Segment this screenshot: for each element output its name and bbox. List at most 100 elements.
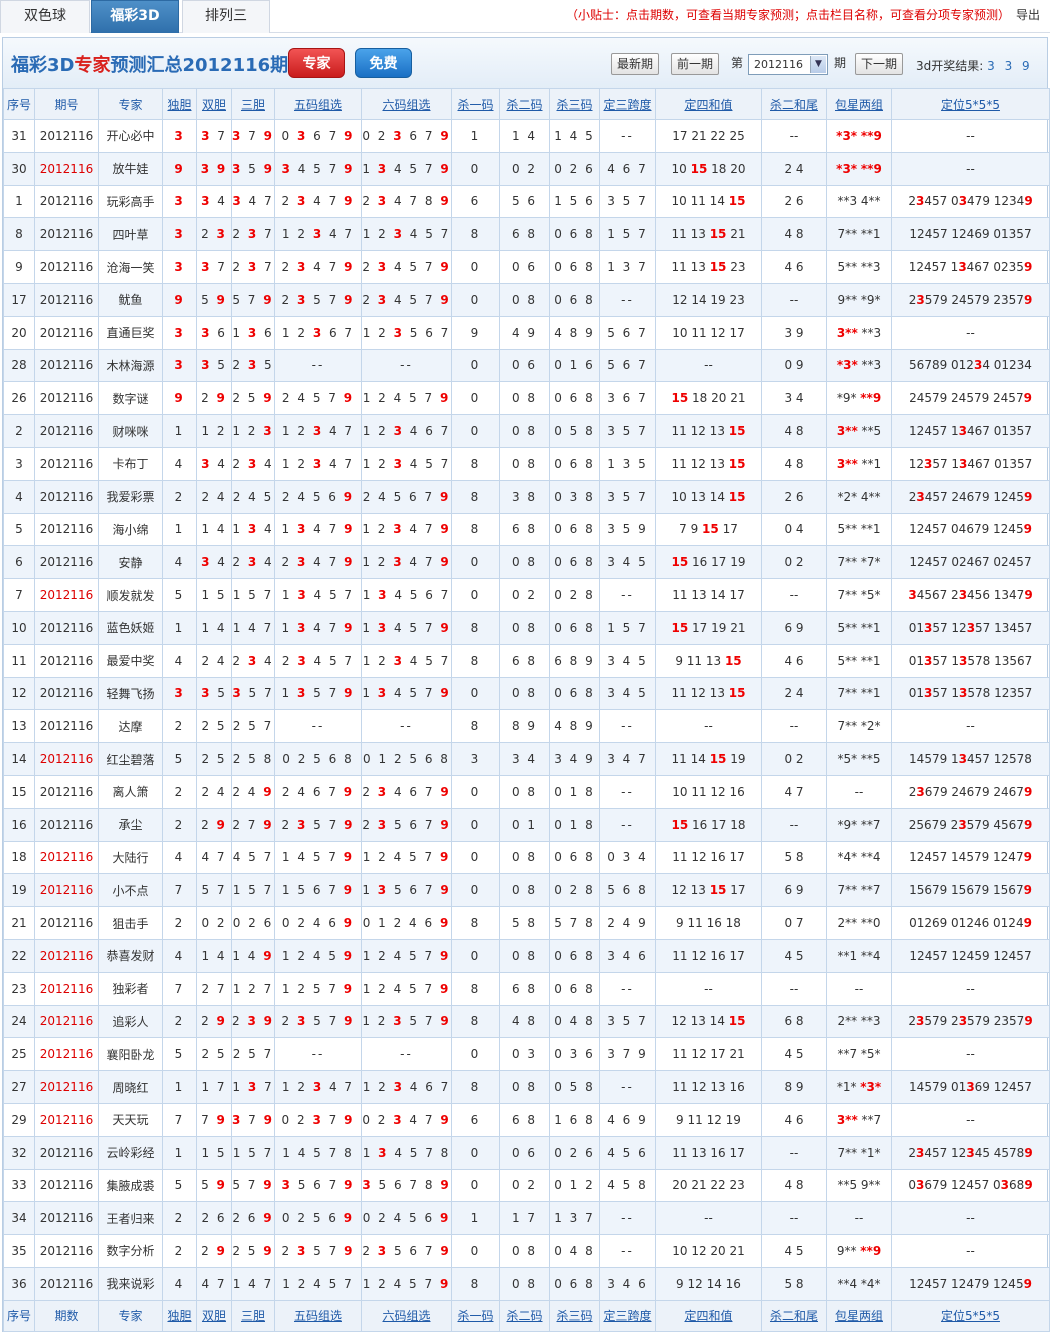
column-footer-8[interactable]: 杀一码: [451, 1299, 500, 1332]
column-header-10[interactable]: 杀三码: [549, 88, 600, 120]
cell-13: 0 7: [761, 906, 827, 940]
cell-2: 最爱中奖: [98, 643, 163, 678]
cell-11: 5 6 7: [599, 348, 656, 383]
cell-1[interactable]: 2012116: [34, 381, 99, 416]
cell-10: 0 5 8: [549, 1070, 600, 1104]
cell-1[interactable]: 2012116: [34, 217, 99, 252]
column-footer-5[interactable]: 三胆: [231, 1299, 275, 1332]
cell-1[interactable]: 2012116: [34, 840, 99, 875]
cell-6: 1 2 3 4 7: [274, 414, 362, 448]
prev-period-button[interactable]: 前一期: [671, 53, 720, 75]
cell-1[interactable]: 2012116: [34, 184, 99, 219]
column-header-9[interactable]: 杀二码: [499, 88, 550, 120]
next-period-button[interactable]: 下一期: [855, 53, 904, 75]
cell-14: *5* **5: [826, 742, 892, 776]
cell-1[interactable]: 2012116: [34, 1037, 99, 1072]
column-header-7[interactable]: 六码组选: [361, 88, 452, 120]
column-footer-11[interactable]: 定三跨度: [599, 1299, 656, 1332]
cell-14: *1* *3*: [826, 1070, 892, 1104]
cell-6: 2 3 5 7 9: [274, 282, 362, 317]
cell-3: 3: [162, 217, 197, 252]
period-select[interactable]: 2012116 ▼: [748, 54, 828, 75]
cell-1[interactable]: 2012116: [34, 643, 99, 678]
free-button[interactable]: 免费: [355, 48, 412, 78]
column-footer-4[interactable]: 双胆: [196, 1299, 232, 1332]
cell-1[interactable]: 2012116: [34, 479, 99, 514]
cell-1[interactable]: 2012116: [34, 446, 99, 481]
column-footer-15[interactable]: 定位5*5*5: [891, 1299, 1050, 1332]
column-footer-7[interactable]: 六码组选: [361, 1299, 452, 1332]
cell-1[interactable]: 2012116: [34, 119, 99, 153]
cell-8: 8: [451, 1004, 500, 1039]
cell-1[interactable]: 2012116: [34, 1004, 99, 1039]
column-header-11[interactable]: 定三跨度: [599, 88, 656, 120]
cell-4: 4 7: [196, 1266, 232, 1301]
column-header-14[interactable]: 包星两组: [826, 88, 892, 120]
cell-15: --: [891, 709, 1050, 744]
column-header-13[interactable]: 杀二和尾: [761, 88, 827, 120]
cell-9: 3 4: [499, 742, 550, 776]
cell-1[interactable]: 2012116: [34, 250, 99, 284]
tab-pl3[interactable]: 排列三: [182, 0, 270, 33]
cell-1[interactable]: 2012116: [34, 807, 99, 842]
cell-1[interactable]: 2012116: [34, 709, 99, 744]
table-row: 23 2012116 独彩者 7 2 71 2 71 2 5 7 91 2 4 5 7 …: [3, 971, 1050, 1006]
column-footer-14[interactable]: 包星两组: [826, 1299, 892, 1332]
cell-13: 4 8: [761, 1168, 827, 1203]
tab-fc3d[interactable]: 福彩3D: [91, 0, 179, 33]
cell-1[interactable]: 2012116: [34, 906, 99, 940]
cell-1[interactable]: 2012116: [34, 971, 99, 1006]
cell-1[interactable]: 2012116: [34, 348, 99, 383]
column-header-3[interactable]: 独胆: [162, 88, 197, 120]
column-header-15[interactable]: 定位5*5*5: [891, 88, 1050, 120]
cell-11: 3 5 9: [599, 512, 656, 547]
cell-1[interactable]: 2012116: [34, 938, 99, 973]
column-header-6[interactable]: 五码组选: [274, 88, 362, 120]
cell-2: 海小绵: [98, 512, 163, 547]
cell-5: 3 4 7: [231, 184, 275, 219]
column-header-5[interactable]: 三胆: [231, 88, 275, 120]
column-header-12[interactable]: 定四和值: [655, 88, 762, 120]
cell-1[interactable]: 2012116: [34, 1135, 99, 1170]
cell-11: --: [599, 774, 656, 809]
cell-12: 11 13 14 17: [655, 578, 762, 612]
cell-15: --: [891, 119, 1050, 153]
column-header-4[interactable]: 双胆: [196, 88, 232, 120]
column-footer-3[interactable]: 独胆: [162, 1299, 197, 1332]
chevron-down-icon[interactable]: ▼: [810, 56, 826, 73]
column-footer-12[interactable]: 定四和值: [655, 1299, 762, 1332]
column-header-8[interactable]: 杀一码: [451, 88, 500, 120]
cell-9: 5 8: [499, 906, 550, 940]
cell-1[interactable]: 2012116: [34, 414, 99, 448]
expert-button[interactable]: 专家: [288, 48, 345, 78]
cell-1[interactable]: 2012116: [34, 610, 99, 645]
cell-1[interactable]: 2012116: [34, 545, 99, 580]
cell-1[interactable]: 2012116: [34, 1168, 99, 1203]
cell-1[interactable]: 2012116: [34, 578, 99, 612]
column-footer-6[interactable]: 五码组选: [274, 1299, 362, 1332]
table-row: 2 2012116 财咪咪 1 1 21 2 31 2 3 4 71 2 3 4 6 7…: [3, 414, 1050, 448]
cell-13: 4 5: [761, 1037, 827, 1072]
cell-1[interactable]: 2012116: [34, 282, 99, 317]
export-link[interactable]: 导出: [1016, 6, 1040, 23]
cell-1[interactable]: 2012116: [34, 676, 99, 711]
cell-1[interactable]: 2012116: [34, 1266, 99, 1301]
cell-1[interactable]: 2012116: [34, 1201, 99, 1236]
cell-1[interactable]: 2012116: [34, 512, 99, 547]
cell-1[interactable]: 2012116: [34, 873, 99, 908]
cell-4: 2 9: [196, 381, 232, 416]
cell-1[interactable]: 2012116: [34, 1234, 99, 1268]
cell-1[interactable]: 2012116: [34, 774, 99, 809]
tab-ssq[interactable]: 双色球: [0, 0, 90, 33]
cell-1[interactable]: 2012116: [34, 742, 99, 776]
column-footer-9[interactable]: 杀二码: [499, 1299, 550, 1332]
cell-12: 11 13 15 21: [655, 217, 762, 252]
column-footer-13[interactable]: 杀二和尾: [761, 1299, 827, 1332]
cell-1[interactable]: 2012116: [34, 315, 99, 350]
cell-1[interactable]: 2012116: [34, 151, 99, 186]
column-footer-10[interactable]: 杀三码: [549, 1299, 600, 1332]
cell-1[interactable]: 2012116: [34, 1102, 99, 1137]
cell-1[interactable]: 2012116: [34, 1070, 99, 1104]
latest-period-button[interactable]: 最新期: [611, 53, 660, 75]
cell-4: 1 4: [196, 512, 232, 547]
